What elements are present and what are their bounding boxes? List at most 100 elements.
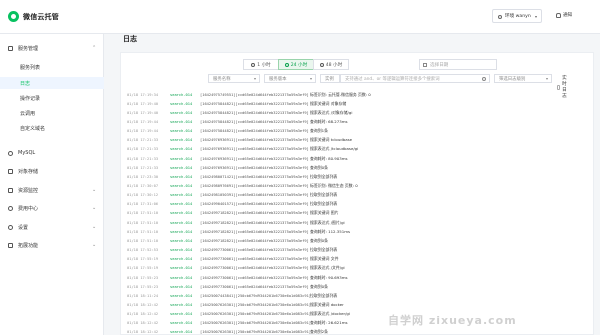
- log-request-id: [16424976936911][ccd65e024d644feb3221375…: [200, 147, 309, 152]
- log-time: 01/18 18:12:42: [127, 330, 159, 335]
- log-function: search-014: [170, 257, 193, 262]
- realtime-toggle[interactable]: 实时日志: [557, 75, 569, 99]
- log-request-id: [16424997182821][ccd65e024d644feb3221375…: [200, 211, 309, 216]
- chevron-up-icon: ⌃: [92, 45, 97, 51]
- brand[interactable]: 微信云托管: [8, 11, 59, 22]
- range-1h-button[interactable]: 1 小时: [243, 59, 279, 70]
- notification-button[interactable]: 通知: [556, 12, 572, 18]
- log-message: 查询耗时: 26.621ms: [310, 320, 348, 326]
- log-time: 01/18 17:19:44: [127, 129, 159, 134]
- log-row: 01/18 17:51:10 search-014 [16424997182821]…: [127, 228, 350, 235]
- log-function: search-014: [170, 275, 193, 280]
- log-time: 01/18 17:19:34: [127, 92, 159, 97]
- log-time: 01/18 17:23:30: [127, 174, 159, 179]
- log-message: 搜索关键词 docker: [310, 301, 344, 307]
- log-time: 01/18 17:55:23: [127, 275, 159, 280]
- log-message: 查询到0条: [310, 237, 329, 243]
- range-24h-button[interactable]: 24 小时: [278, 59, 314, 70]
- instance-select[interactable]: 实例: [320, 74, 340, 83]
- service-select[interactable]: 服务名称 ▾: [208, 74, 260, 83]
- sidebar-group-settings[interactable]: 设置: [8, 224, 28, 231]
- log-request-id: [16424997730061][ccd65e024d644feb3221375…: [200, 275, 309, 280]
- log-message: 查询耗时: 80.903ms: [310, 155, 348, 161]
- service-select-placeholder: 服务名称: [213, 76, 231, 82]
- notification-label: 通知: [563, 13, 573, 18]
- log-message: 搜索关键词 tcloudbase: [310, 137, 353, 143]
- log-function: search-014: [170, 293, 193, 298]
- log-request-id: [16424975844821][ccd65e024d644feb3221375…: [200, 119, 309, 124]
- storage-icon: [8, 169, 13, 174]
- monitor-icon: [8, 188, 13, 193]
- log-function: search-014: [170, 138, 193, 143]
- chevron-down-icon: ▾: [545, 76, 548, 81]
- sidebar-item-custom-domain[interactable]: 自定义域名: [20, 125, 45, 132]
- chevron-down-icon: ▾: [534, 14, 537, 19]
- log-time: 01/18 18:12:42: [127, 312, 159, 317]
- log-request-id: [16424981050391][ccd65e024d644feb3221375…: [200, 193, 309, 198]
- log-request-id: [16424975844821][ccd65e024d644feb3221375…: [200, 110, 309, 115]
- sidebar-group-label: 对象存储: [18, 169, 39, 175]
- environment-select[interactable]: 环境 wanyn ▾: [492, 9, 542, 23]
- log-panel: 1 小时 24 小时 48 小时 选择日期 服务名称 ▾ 服务版本 ▾ 实例 支…: [120, 52, 594, 335]
- clock-icon: [284, 62, 289, 67]
- sidebar-group-extension[interactable]: 拓展功能: [8, 242, 38, 249]
- log-time: 01/18 17:55:23: [127, 284, 159, 289]
- log-request-id: [16424980071421][ccd65e024d644feb3221375…: [200, 174, 309, 179]
- log-time: 01/18 17:19:40: [127, 110, 159, 115]
- log-function: search-014: [170, 248, 193, 253]
- sidebar-item-logs[interactable]: 日志: [20, 80, 30, 87]
- log-request-id: [16425007626301][250cb679d9344201b6730e6…: [200, 321, 310, 326]
- range-label: 1 小时: [257, 62, 271, 68]
- log-message: 搜索表达式 /图片/gi: [310, 219, 345, 225]
- top-bar: 微信云托管 环境 wanyn ▾ 通知: [0, 0, 600, 34]
- log-time: 01/18 17:19:40: [127, 101, 159, 106]
- log-search-input[interactable]: 支持通过 and、or 等逻辑运算符连接多个搜索词: [340, 74, 490, 83]
- log-time: 01/18 18:11:24: [127, 293, 159, 298]
- sidebar-group-billing[interactable]: 费用中心: [8, 205, 38, 212]
- log-row: 01/18 18:12:42 search-014 [16425007626301]…: [127, 329, 328, 335]
- chevron-down-icon: ⌄: [92, 224, 97, 230]
- log-time: 01/18 17:19:44: [127, 119, 159, 124]
- sidebar-group-monitor[interactable]: 资源监控: [8, 187, 38, 194]
- sidebar-group-service[interactable]: 服务管理: [8, 45, 38, 52]
- log-request-id: [16424997182821][ccd65e024d644feb3221375…: [200, 220, 309, 225]
- range-label: 48 小时: [325, 62, 343, 68]
- log-row: 01/18 17:55:23 search-014 [16424997730061]…: [127, 274, 348, 281]
- version-select[interactable]: 服务版本 ▾: [264, 74, 316, 83]
- log-time: 01/18 17:21:33: [127, 156, 159, 161]
- sidebar-group-mysql[interactable]: MySQL: [8, 150, 35, 156]
- checkbox[interactable]: [557, 84, 561, 90]
- sidebar-item-cloud-call[interactable]: 云调用: [20, 110, 35, 117]
- log-time: 01/18 17:55:19: [127, 257, 159, 262]
- log-row: 01/18 18:12:42 search-014 [16425007626301]…: [127, 320, 348, 327]
- log-row: 01/18 17:19:40 search-014 [16424975844821]…: [127, 109, 352, 116]
- sidebar-item-operation-records[interactable]: 操作记录: [20, 95, 40, 102]
- log-level-select[interactable]: 筛选日志级别 ▾: [494, 74, 552, 83]
- date-picker[interactable]: 选择日期: [419, 59, 497, 70]
- log-function: search-014: [170, 321, 193, 326]
- log-message: 查询到0条: [310, 164, 329, 170]
- log-row: 01/18 17:19:44 search-014 [16424975844821]…: [127, 118, 348, 125]
- log-message: 拉取到全部列表: [310, 173, 338, 179]
- log-time: 01/18 17:21:33: [127, 138, 159, 143]
- log-message: 查询到1条: [310, 128, 329, 134]
- log-message: 查询耗时: 90.693ms: [310, 274, 348, 280]
- log-function: search-014: [170, 184, 193, 188]
- sidebar-item-service-list[interactable]: 服务列表: [20, 64, 40, 71]
- sidebar-group-storage[interactable]: 对象存储: [8, 168, 38, 175]
- log-message: 搜索表达式 /对象存储/gi: [310, 109, 353, 115]
- main-content: 日志 1 小时 24 小时 48 小时 选择日期 服务名称 ▾ 服务版本 ▾ 实…: [104, 34, 600, 335]
- range-label: 24 小时: [290, 62, 308, 68]
- log-time: 01/18 18:12:42: [127, 321, 159, 326]
- log-message: 搜索关键词 对象存储: [310, 100, 347, 106]
- range-48h-button[interactable]: 48 小时: [313, 59, 349, 70]
- log-function: search-014: [170, 110, 193, 115]
- log-request-id: [16425007626301][250cb679d9344201b6730e6…: [200, 312, 310, 317]
- log-row: 01/18 17:52:53 search-014 [16424997730061]…: [127, 247, 337, 254]
- log-message: 拉取到全部列表: [310, 201, 338, 207]
- log-time: 01/18 17:21:33: [127, 165, 159, 170]
- log-message: 查询到2条: [310, 329, 329, 335]
- log-function: search-014: [170, 129, 193, 134]
- watermark: 自学网 zixueya.com: [388, 314, 517, 327]
- log-request-id: [16424997730061][ccd65e024d644feb3221375…: [200, 248, 309, 253]
